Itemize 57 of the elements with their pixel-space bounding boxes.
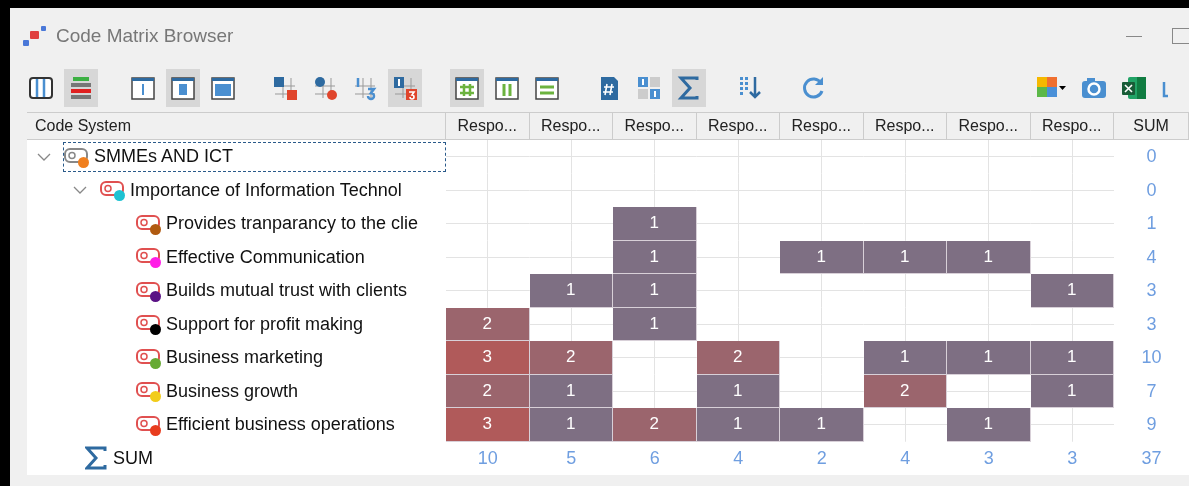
matrix-cell: 1 xyxy=(529,408,613,442)
code-name[interactable]: Support for profit making xyxy=(166,313,364,335)
matrix-cell: 2 xyxy=(863,374,947,408)
column-header[interactable]: Code System xyxy=(27,113,446,140)
code-name[interactable]: Business marketing xyxy=(166,347,324,369)
matrix-cell: 1 xyxy=(529,274,613,308)
matrix-cell: 1 xyxy=(613,207,697,241)
code-name[interactable]: Effective Communication xyxy=(166,246,365,268)
app-logo-icon xyxy=(22,25,48,47)
code-name[interactable]: Business growth xyxy=(166,380,299,402)
column-header[interactable]: Respo... xyxy=(529,113,613,140)
code-name[interactable]: Provides tranparancy to the clie xyxy=(166,213,419,235)
code-name[interactable]: Efficient business operations xyxy=(166,414,395,436)
code-name[interactable]: Importance of Information Technol xyxy=(130,179,402,201)
matrix-cell: 3 xyxy=(446,408,530,442)
hash-grid-icon[interactable] xyxy=(450,69,484,107)
sum-label: SUM xyxy=(113,447,153,469)
column-header[interactable]: Respo... xyxy=(613,113,697,140)
matrix-cell: 2 xyxy=(529,341,613,375)
sigma-icon[interactable] xyxy=(672,69,706,107)
column-header[interactable]: Respo... xyxy=(947,113,1031,140)
matrix-cell: 1 xyxy=(863,240,947,274)
matrix-cell: 1 xyxy=(696,374,780,408)
matrix-cell: 1 xyxy=(696,408,780,442)
matrix-cell: 1 xyxy=(1030,374,1114,408)
matrix-cell: 1 xyxy=(613,274,697,308)
column-header[interactable]: Respo... xyxy=(780,113,864,140)
matrix-cell: 1 xyxy=(947,240,1031,274)
maximize-button[interactable] xyxy=(1172,28,1189,44)
column-header[interactable]: Respo... xyxy=(446,113,530,140)
column-header[interactable]: Respo... xyxy=(1030,113,1114,140)
matrix-cell: 3 xyxy=(446,341,530,375)
matrix-cell: 2 xyxy=(446,307,530,341)
matrix-cell: 2 xyxy=(446,374,530,408)
frame-icon[interactable] xyxy=(166,69,200,107)
column-header[interactable]: Respo... xyxy=(696,113,780,140)
code-name[interactable]: Builds mutual trust with clients xyxy=(166,280,408,302)
sigma-icon xyxy=(85,446,107,471)
code-name[interactable]: SMMEs AND ICT xyxy=(94,146,233,168)
column-header[interactable]: Respo... xyxy=(863,113,947,140)
matrix-cell: 1 xyxy=(1030,274,1114,308)
matrix-cell: 1 xyxy=(613,307,697,341)
matrix-cell: 2 xyxy=(696,341,780,375)
window-title: Code Matrix Browser xyxy=(56,25,234,47)
matrix-cell: 1 xyxy=(947,408,1031,442)
matrix-cell: 1 xyxy=(863,341,947,375)
matrix-cell: 1 xyxy=(947,341,1031,375)
stacked-bars-icon[interactable] xyxy=(64,69,98,107)
matrix-cell: 1 xyxy=(1030,341,1114,375)
grid-badge-icon[interactable] xyxy=(388,69,422,107)
matrix-cell: 2 xyxy=(613,408,697,442)
matrix-cell: 1 xyxy=(529,374,613,408)
tree-item-focus[interactable]: SMMEs AND ICT xyxy=(63,141,446,172)
matrix-cell: 1 xyxy=(613,240,697,274)
column-header[interactable]: SUM xyxy=(1114,113,1189,140)
matrix-cell: 1 xyxy=(780,240,864,274)
matrix-cell: 1 xyxy=(780,408,864,442)
